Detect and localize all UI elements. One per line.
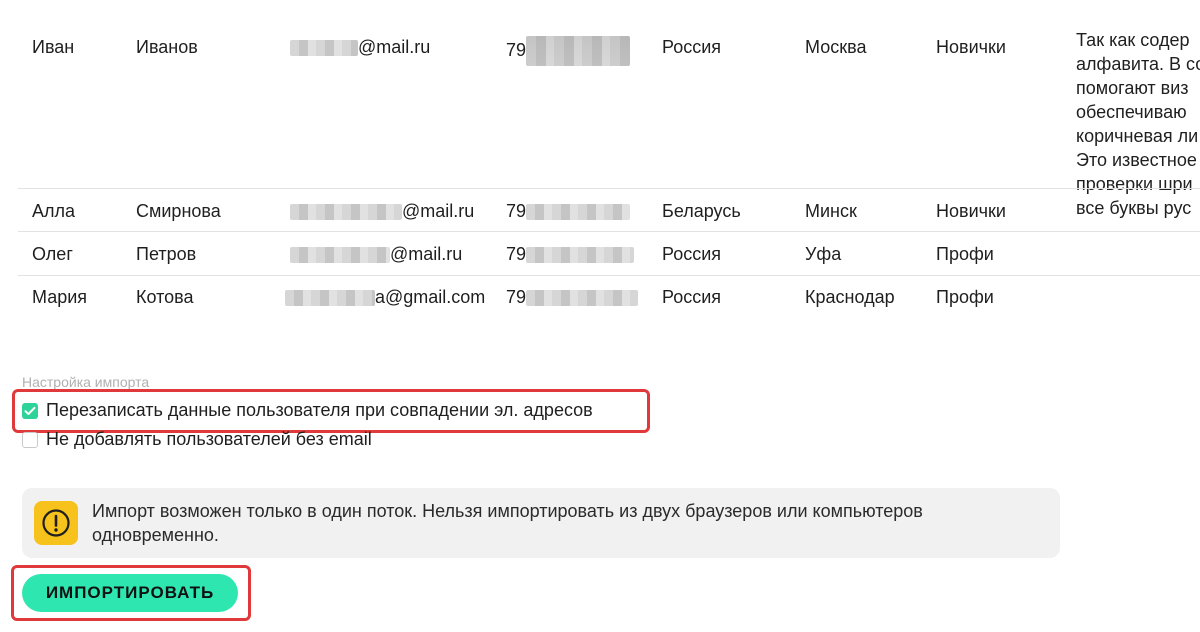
skip-no-email-label: Не добавлять пользователей без email [46, 429, 372, 449]
redacted-blur [290, 204, 402, 221]
warning-notice: Импорт возможен только в один поток. Нел… [22, 488, 1060, 558]
redacted-blur [526, 247, 635, 264]
phone-cell: 79 [506, 36, 631, 66]
city-cell: Минск [805, 201, 857, 221]
import-settings-title: Настройка импорта [22, 374, 150, 390]
country-cell: Беларусь [662, 201, 741, 221]
redacted-blur [290, 40, 358, 57]
country-cell: Россия [662, 244, 722, 264]
group-cell: Профи [936, 244, 994, 264]
first-name-cell: Мария [32, 287, 88, 307]
country-cell: Россия [662, 37, 722, 57]
phone-cell: 79 [506, 286, 639, 308]
first-name-cell: Алла [32, 201, 76, 221]
last-name-cell: Иванов [136, 37, 198, 57]
last-name-cell: Петров [136, 244, 197, 264]
city-cell: Москва [805, 37, 867, 57]
row-divider [18, 188, 1200, 189]
first-name-cell: Иван [32, 37, 75, 57]
last-name-cell: Котова [136, 287, 194, 307]
email-cell: @mail.ru [290, 243, 462, 265]
first-name-cell: Олег [32, 244, 73, 264]
redacted-blur [526, 204, 631, 221]
phone-cell: 79 [506, 243, 635, 265]
row-divider [18, 231, 1200, 232]
notice-text: Импорт возможен только в один поток. Нел… [92, 501, 923, 545]
city-cell: Уфа [805, 244, 842, 264]
highlight-frame [11, 565, 251, 621]
last-name-cell: Смирнова [136, 201, 221, 221]
highlight-frame [12, 389, 650, 433]
group-cell: Новички [936, 37, 1006, 57]
skip-no-email-option[interactable]: Не добавлять пользователей без email [22, 429, 372, 450]
group-cell: Профи [936, 287, 994, 307]
redacted-blur [285, 290, 375, 307]
city-cell: Краснодар [805, 287, 895, 307]
email-cell: @mail.ru [290, 200, 474, 222]
email-cell: @mail.ru [290, 36, 430, 58]
exclamation-circle-icon [34, 501, 78, 545]
redacted-blur [526, 290, 639, 307]
redacted-blur [526, 36, 631, 66]
group-cell: Новички [936, 201, 1006, 221]
redacted-blur [290, 247, 390, 264]
skip-no-email-checkbox[interactable] [22, 431, 38, 448]
description-cell: Так как содер алфавита. В со помогают ви… [1076, 30, 1200, 218]
row-divider [18, 275, 1200, 276]
country-cell: Россия [662, 287, 722, 307]
phone-cell: 79 [506, 200, 631, 222]
email-cell: a@gmail.com [285, 286, 485, 308]
